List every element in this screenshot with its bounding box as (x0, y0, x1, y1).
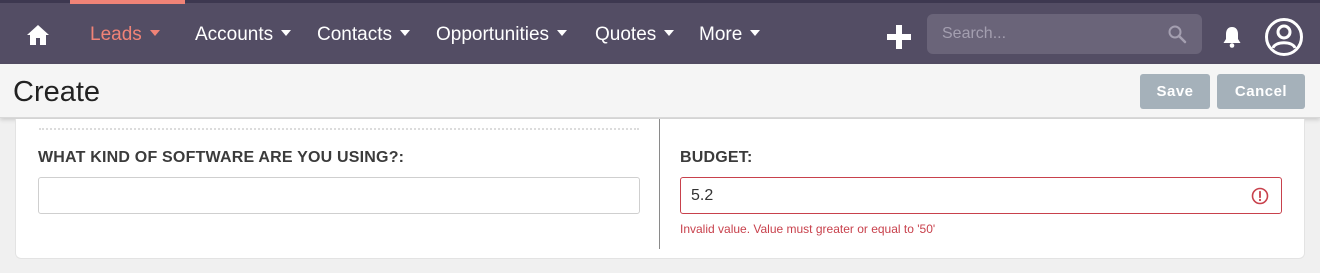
home-icon[interactable] (26, 23, 50, 47)
chevron-down-icon (557, 29, 568, 36)
nav-item-label: Quotes (595, 24, 657, 45)
top-navigation-bar: Leads Accounts Contacts Opportunities Qu… (0, 0, 1320, 64)
budget-error-message: Invalid value. Value must greater or equ… (680, 222, 936, 236)
user-icon[interactable] (1264, 17, 1304, 57)
error-icon (1251, 187, 1269, 205)
nav-item-label: Contacts (317, 24, 392, 45)
chevron-down-icon (149, 29, 160, 36)
bell-icon[interactable] (1220, 25, 1244, 49)
budget-input[interactable] (680, 177, 1282, 214)
plus-icon[interactable] (887, 25, 911, 49)
nav-item-label: Opportunities (436, 24, 550, 45)
nav-item-contacts[interactable]: Contacts (317, 21, 410, 49)
search-box (927, 14, 1202, 54)
nav-item-leads[interactable]: Leads (90, 21, 160, 49)
nav-item-label: Accounts (195, 24, 274, 45)
chevron-down-icon (664, 29, 675, 36)
nav-item-accounts[interactable]: Accounts (195, 21, 292, 49)
cancel-button[interactable]: Cancel (1217, 74, 1305, 109)
budget-field-label: BUDGET: (680, 149, 753, 166)
page-title: Create (13, 76, 101, 108)
save-button[interactable]: Save (1140, 74, 1210, 109)
nav-item-more[interactable]: More (699, 21, 761, 49)
nav-item-label: More (699, 24, 743, 45)
nav-item-quotes[interactable]: Quotes (595, 21, 675, 49)
nav-item-opportunities[interactable]: Opportunities (436, 21, 568, 49)
chevron-down-icon (750, 29, 761, 36)
page-header: Create Save Cancel (0, 64, 1320, 118)
software-field-label: WHAT KIND OF SOFTWARE ARE YOU USING?: (38, 149, 405, 166)
search-icon[interactable] (1167, 24, 1187, 44)
section-separator (39, 128, 639, 130)
search-input[interactable] (927, 14, 1167, 54)
chevron-down-icon (281, 29, 292, 36)
chevron-down-icon (399, 29, 410, 36)
nav-item-label: Leads (90, 24, 142, 45)
active-tab-indicator (70, 0, 185, 4)
software-input[interactable] (38, 177, 640, 214)
column-divider (659, 119, 660, 249)
